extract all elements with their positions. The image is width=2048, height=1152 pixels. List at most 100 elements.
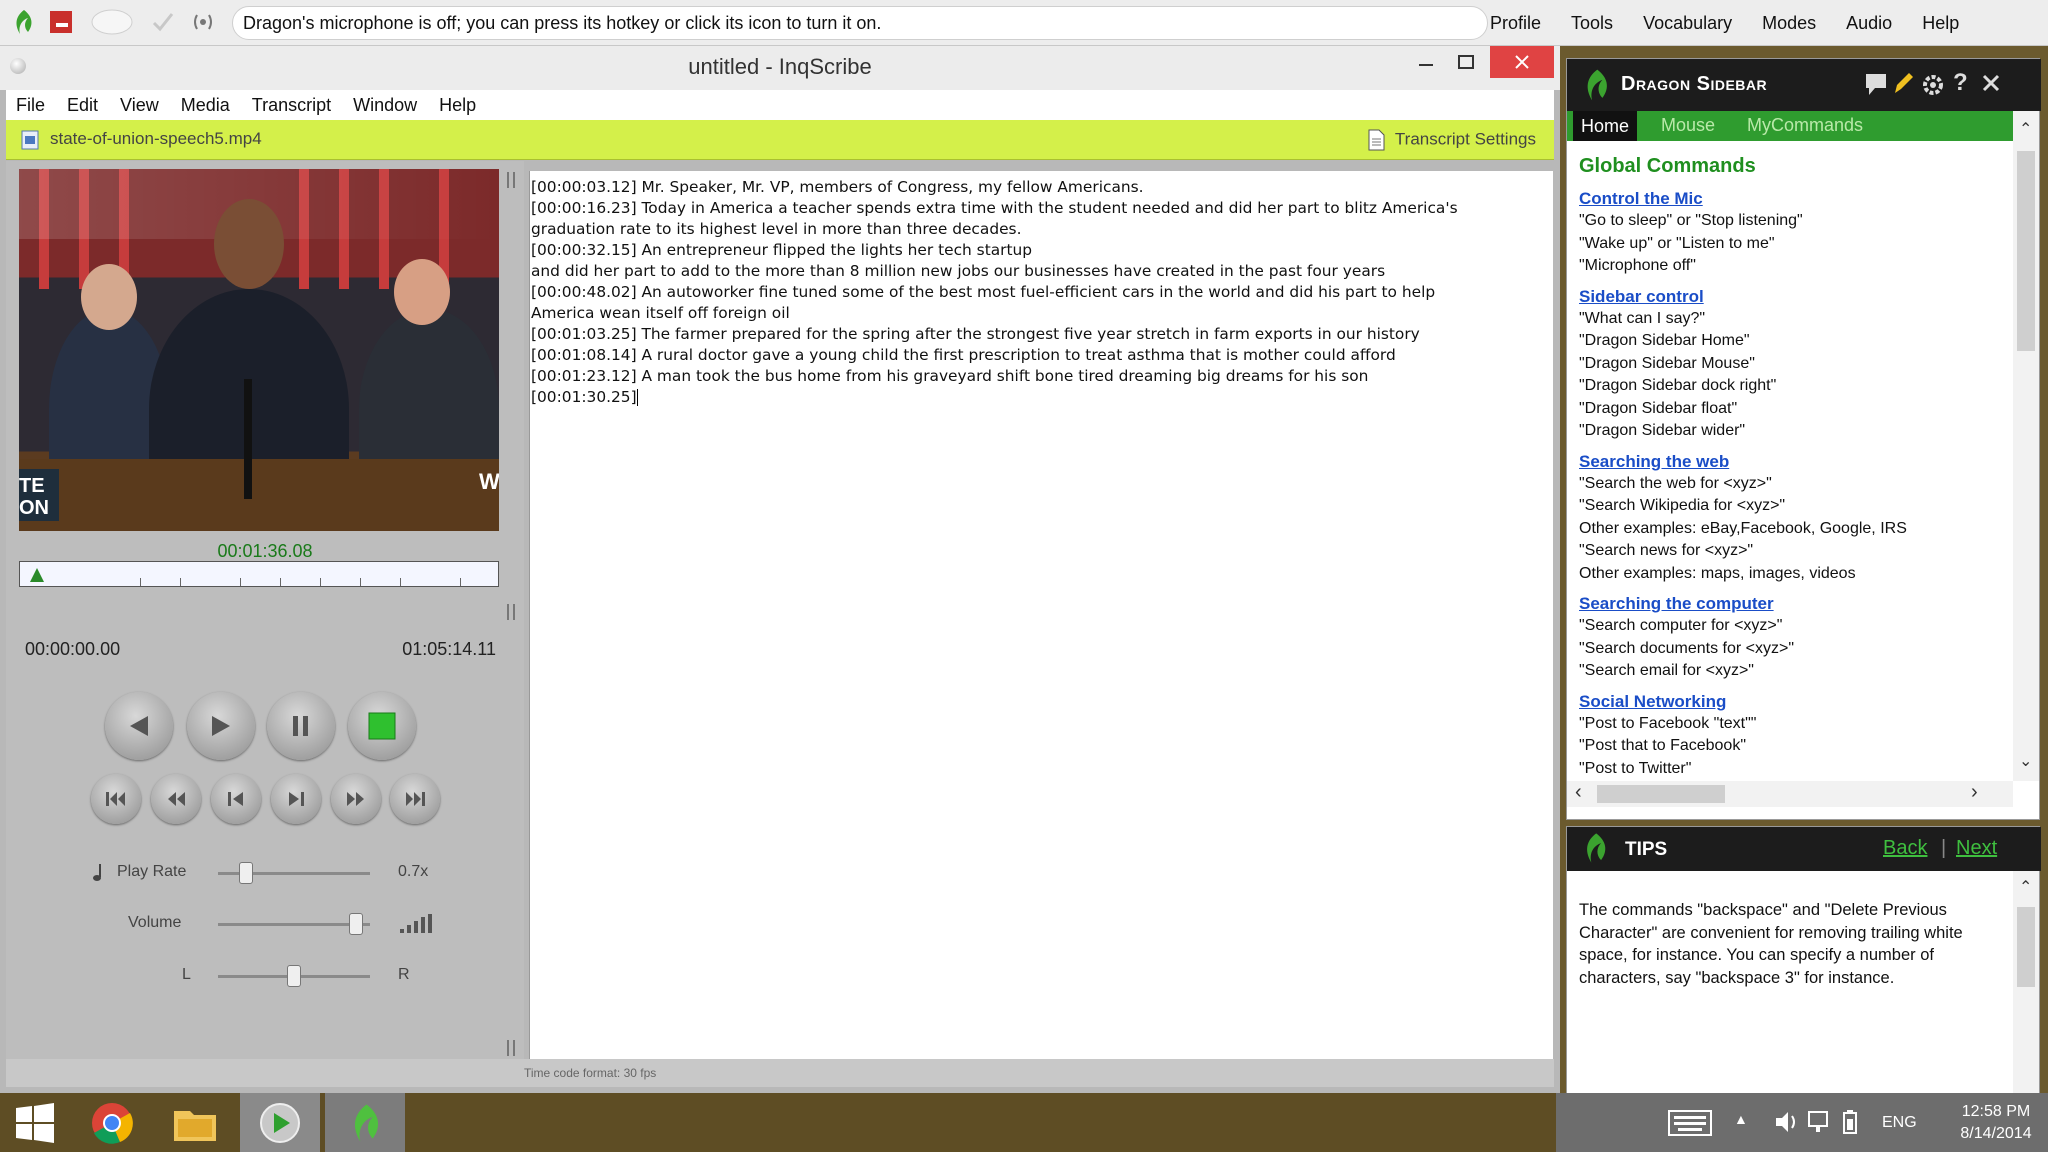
step-forward-button[interactable] bbox=[271, 774, 321, 824]
speech-bubble-icon[interactable] bbox=[1863, 71, 1889, 104]
command-line: "What can I say?" bbox=[1579, 309, 1706, 327]
scrollbar-thumb[interactable] bbox=[2017, 151, 2035, 351]
taskbar-inqscribe[interactable] bbox=[240, 1093, 320, 1152]
rewind-button[interactable] bbox=[105, 692, 173, 760]
section-social-networking[interactable]: Social Networking bbox=[1579, 691, 2013, 713]
tips-divider: | bbox=[1941, 837, 1947, 859]
scroll-left-icon[interactable]: ‹ bbox=[1575, 781, 1582, 804]
transcript-settings-button[interactable]: Transcript Settings bbox=[1367, 129, 1536, 151]
tips-vertical-scrollbar[interactable]: ⌃ bbox=[2013, 871, 2039, 1097]
sidebar-header: Dragon Sidebar ? bbox=[1567, 59, 2041, 111]
dragon-menu-profile[interactable]: Profile bbox=[1490, 13, 1541, 34]
dragon-menu-vocabulary[interactable]: Vocabulary bbox=[1643, 13, 1732, 34]
menu-transcript[interactable]: Transcript bbox=[252, 95, 331, 116]
video-logo-overlay: TE ON bbox=[19, 469, 59, 521]
dragon-logo-icon bbox=[354, 1103, 379, 1142]
menu-window[interactable]: Window bbox=[353, 95, 417, 116]
taskbar: ▲ ENG 12:58 PM 8/14/2014 bbox=[0, 1093, 2048, 1152]
language-indicator[interactable]: ENG bbox=[1882, 1114, 1917, 1132]
step-back-button[interactable] bbox=[211, 774, 261, 824]
scroll-up-icon[interactable]: ⌃ bbox=[2019, 877, 2032, 897]
playhead-marker[interactable] bbox=[30, 568, 44, 582]
document-icon bbox=[1368, 129, 1385, 151]
stop-button[interactable] bbox=[348, 692, 416, 760]
play-rate-slider[interactable] bbox=[238, 862, 253, 884]
tab-mycommands[interactable]: MyCommands bbox=[1747, 115, 1863, 136]
video-player[interactable]: TE ON W bbox=[19, 169, 499, 531]
media-filename[interactable]: state-of-union-speech5.mp4 bbox=[50, 129, 262, 149]
menu-help[interactable]: Help bbox=[439, 95, 476, 116]
battery-icon[interactable] bbox=[1838, 1109, 1862, 1140]
sidebar-content: Global Commands Control the Mic "Go to s… bbox=[1567, 141, 2013, 781]
sidebar-close-button[interactable] bbox=[1981, 73, 2001, 98]
dragon-menu-modes[interactable]: Modes bbox=[1762, 13, 1816, 34]
splitter-grip-bottom[interactable] bbox=[507, 1040, 515, 1056]
jump-to-end-button[interactable] bbox=[390, 774, 440, 824]
start-button[interactable] bbox=[0, 1093, 70, 1152]
sidebar-horizontal-scrollbar[interactable]: ‹ › bbox=[1567, 781, 2013, 807]
scrollbar-thumb[interactable] bbox=[1597, 785, 1725, 803]
command-line: "Post that to Facebook" bbox=[1579, 737, 1747, 754]
help-icon[interactable]: ? bbox=[1953, 69, 1968, 97]
chrome-icon bbox=[92, 1102, 133, 1144]
balance-slider[interactable] bbox=[287, 965, 301, 987]
fast-forward-button[interactable] bbox=[331, 774, 381, 824]
text-caret bbox=[636, 389, 638, 406]
section-searching-the-web[interactable]: Searching the web bbox=[1579, 451, 2013, 473]
command-line: Other examples: eBay,Facebook, Google, I… bbox=[1579, 519, 1907, 537]
fast-rewind-button[interactable] bbox=[151, 774, 201, 824]
scroll-right-icon[interactable]: › bbox=[1971, 781, 1978, 804]
timeline-scrubber[interactable] bbox=[19, 561, 499, 587]
dragon-bar: Dragon's microphone is off; you can pres… bbox=[0, 0, 2048, 46]
sidebar-vertical-scrollbar[interactable]: ⌃ ⌄ bbox=[2013, 111, 2039, 781]
menu-file[interactable]: File bbox=[16, 95, 45, 116]
volume-slider[interactable] bbox=[349, 913, 364, 935]
menu-edit[interactable]: Edit bbox=[67, 95, 98, 116]
tray-expand-icon[interactable]: ▲ bbox=[1734, 1111, 1748, 1127]
maximize-button[interactable] bbox=[1450, 46, 1482, 78]
fast-forward-icon bbox=[347, 792, 364, 806]
minimize-button[interactable] bbox=[1410, 46, 1442, 78]
dragon-logo-icon[interactable] bbox=[8, 7, 38, 37]
scroll-down-icon[interactable]: ⌄ bbox=[2019, 751, 2032, 771]
scroll-up-icon[interactable]: ⌃ bbox=[2019, 119, 2032, 139]
close-button[interactable] bbox=[1490, 46, 1554, 78]
scrollbar-thumb[interactable] bbox=[2017, 907, 2035, 987]
tab-mouse[interactable]: Mouse bbox=[1661, 115, 1715, 136]
pencil-icon[interactable] bbox=[1891, 71, 1915, 104]
command-line: "Go to sleep" or "Stop listening" bbox=[1579, 212, 1803, 229]
section-sidebar-control[interactable]: Sidebar control bbox=[1579, 286, 2013, 308]
transcript-editor[interactable]: [00:00:03.12] Mr. Speaker, Mr. VP, membe… bbox=[529, 171, 1553, 1059]
tips-next-link[interactable]: Next bbox=[1956, 837, 1997, 860]
step-forward-icon bbox=[289, 792, 304, 806]
network-icon[interactable] bbox=[1806, 1109, 1830, 1140]
window-title: untitled - InqScribe bbox=[688, 54, 872, 79]
dragon-menu-tools[interactable]: Tools bbox=[1571, 13, 1613, 34]
splitter-grip-middle[interactable] bbox=[507, 604, 515, 620]
taskbar-chrome[interactable] bbox=[72, 1093, 152, 1152]
checkmark-icon[interactable] bbox=[148, 7, 178, 37]
tips-back-link[interactable]: Back bbox=[1883, 837, 1927, 860]
jump-to-start-button[interactable] bbox=[91, 774, 141, 824]
section-control-the-mic[interactable]: Control the Mic bbox=[1579, 188, 2013, 210]
keyboard-icon[interactable] bbox=[1668, 1110, 1712, 1141]
tab-home[interactable]: Home bbox=[1573, 111, 1638, 141]
play-button[interactable] bbox=[187, 692, 255, 760]
menu-view[interactable]: View bbox=[120, 95, 159, 116]
volume-track[interactable] bbox=[218, 923, 370, 926]
splitter-grip-top[interactable] bbox=[507, 172, 515, 188]
taskbar-dragon[interactable] bbox=[325, 1093, 405, 1152]
clock[interactable]: 12:58 PM 8/14/2014 bbox=[1946, 1101, 2046, 1145]
dragon-menu-audio[interactable]: Audio bbox=[1846, 13, 1892, 34]
dragon-menu-help[interactable]: Help bbox=[1922, 13, 1959, 34]
gear-icon[interactable] bbox=[1919, 71, 1947, 104]
menu-media[interactable]: Media bbox=[181, 95, 230, 116]
pause-button[interactable] bbox=[267, 692, 335, 760]
transcript-line: and did her part to add to the more than… bbox=[531, 262, 1386, 280]
section-searching-the-computer[interactable]: Searching the computer bbox=[1579, 593, 2013, 615]
audio-wave-icon[interactable] bbox=[188, 7, 218, 37]
microphone-off-icon[interactable] bbox=[46, 7, 76, 37]
dragon-message-box[interactable]: Dragon's microphone is off; you can pres… bbox=[232, 6, 1488, 40]
taskbar-file-explorer[interactable] bbox=[155, 1093, 235, 1152]
speaker-icon[interactable] bbox=[1774, 1109, 1798, 1140]
